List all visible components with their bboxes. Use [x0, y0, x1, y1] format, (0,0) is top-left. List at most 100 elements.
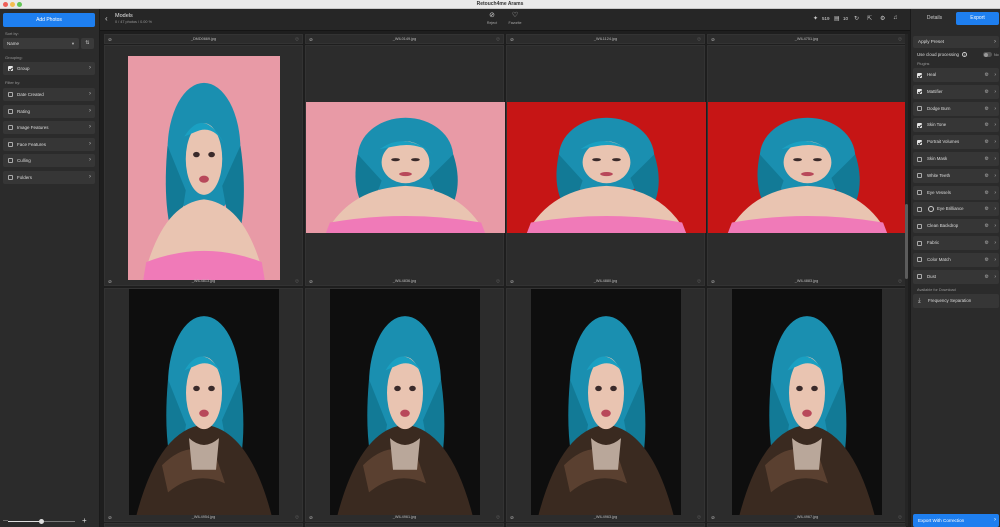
plugin-checkbox[interactable]: [917, 190, 922, 196]
heart-icon[interactable]: ♡: [697, 37, 701, 43]
photo-thumbnail[interactable]: ⊘ _DMD0669.jpg ♡: [104, 34, 303, 44]
photo-thumbnail[interactable]: ⊘ _WIL4751.jpg ♡: [707, 34, 906, 44]
plugin-checkbox[interactable]: [917, 206, 922, 212]
reject-button[interactable]: ⊘ Reject: [480, 12, 504, 25]
heart-icon[interactable]: ♡: [898, 515, 902, 521]
plugin-row[interactable]: Heal ⚙ ›: [913, 68, 999, 82]
cloud-processing-toggle[interactable]: [983, 52, 992, 57]
heart-icon[interactable]: ♡: [898, 37, 902, 43]
plugin-checkbox[interactable]: [917, 156, 922, 162]
photo-thumbnail[interactable]: ⊘ _WIL4954.jpg ♡: [104, 288, 303, 522]
group-checkbox[interactable]: [8, 66, 13, 71]
heart-icon[interactable]: ♡: [697, 515, 701, 521]
sort-direction-button[interactable]: ⇅: [81, 38, 94, 49]
heart-icon[interactable]: ♡: [496, 515, 500, 521]
filter-checkbox[interactable]: [8, 175, 13, 180]
back-chevron-icon[interactable]: ‹: [105, 14, 108, 23]
plugin-checkbox[interactable]: [917, 89, 922, 95]
heart-icon[interactable]: ♡: [295, 37, 299, 43]
photo-thumbnail[interactable]: [506, 523, 705, 527]
plugin-checkbox[interactable]: [917, 257, 922, 263]
gear-icon[interactable]: ⚙: [985, 219, 989, 233]
photo-thumbnail[interactable]: ⊘ _WIL4961.jpg ♡: [305, 288, 504, 522]
export-with-correction-button[interactable]: Export With Correction ›: [913, 514, 999, 527]
group-row[interactable]: Group ›: [3, 62, 95, 75]
photo-thumbnail[interactable]: [305, 523, 504, 527]
photo-image[interactable]: [531, 289, 681, 515]
filter-checkbox[interactable]: [8, 125, 13, 131]
plugin-row[interactable]: Dodge Burn ⚙ ›: [913, 101, 999, 116]
scrollbar-thumb[interactable]: [905, 204, 908, 279]
photo-thumbnail[interactable]: ⊘ _WIL4883.jpg ♡: [707, 45, 907, 286]
download-plugin-row[interactable]: ⤓ Frequency Separation: [913, 294, 999, 308]
filter-row[interactable]: Image Features ›: [3, 121, 95, 135]
gear-icon[interactable]: ⚙: [985, 253, 989, 267]
plugin-row[interactable]: Color Match ⚙ ›: [913, 252, 999, 267]
photo-thumbnail[interactable]: ⊘ _WIL0149.jpg ♡: [305, 34, 504, 44]
gear-icon[interactable]: ⚙: [985, 118, 989, 132]
gear-icon[interactable]: ⚙: [985, 202, 989, 216]
plugin-row[interactable]: Skin Mask ⚙ ›: [913, 152, 999, 166]
heart-icon[interactable]: ♡: [496, 279, 500, 285]
favorite-button[interactable]: ♡ Favorite: [503, 12, 527, 25]
heart-icon[interactable]: ♡: [295, 279, 299, 285]
filter-checkbox[interactable]: [8, 92, 13, 97]
heart-icon[interactable]: ♡: [898, 279, 902, 285]
plugin-checkbox[interactable]: [917, 240, 922, 246]
filter-row[interactable]: Rating ›: [3, 104, 95, 118]
presets-icon[interactable]: ▤: [834, 15, 840, 22]
photo-thumbnail[interactable]: [104, 523, 303, 527]
photo-thumbnail[interactable]: ⊘ _WIL4963.jpg ♡: [506, 288, 705, 522]
filter-checkbox[interactable]: [8, 158, 13, 164]
add-photos-button[interactable]: Add Photos: [3, 13, 95, 27]
share-icon[interactable]: ⇱: [867, 15, 872, 22]
plugin-checkbox[interactable]: [917, 173, 922, 179]
heart-icon[interactable]: ♡: [496, 37, 500, 43]
plugin-row[interactable]: Clean Backdrop ⚙ ›: [913, 219, 999, 234]
plugin-row[interactable]: Eye Brilliance ⚙ ›: [913, 202, 999, 217]
filter-row[interactable]: Face Features ›: [3, 137, 95, 151]
gear-icon[interactable]: ⚙: [985, 135, 989, 149]
photo-image[interactable]: [732, 289, 882, 515]
filter-row[interactable]: Date Created ›: [3, 88, 95, 101]
photo-thumbnail[interactable]: ⊘ _WIL4880.jpg ♡: [506, 45, 706, 286]
refresh-icon[interactable]: ↻: [854, 15, 859, 22]
plugin-row[interactable]: Fabric ⚙ ›: [913, 236, 999, 250]
zoom-slider[interactable]: [8, 519, 75, 524]
info-icon[interactable]: i: [962, 52, 968, 57]
gear-icon[interactable]: ⚙: [985, 236, 989, 250]
magic-wand-icon[interactable]: ✦: [813, 15, 818, 22]
apply-preset-row[interactable]: Apply Preset ›: [913, 36, 999, 48]
photo-image[interactable]: [708, 102, 907, 233]
bell-icon[interactable]: ♫: [893, 15, 898, 21]
plugin-checkbox[interactable]: [917, 139, 922, 145]
gear-icon[interactable]: ⚙: [985, 169, 989, 183]
sort-select[interactable]: Name ▼: [3, 38, 79, 49]
zoom-slider-handle[interactable]: [39, 519, 44, 524]
gear-icon[interactable]: ⚙: [985, 270, 989, 284]
plugin-checkbox[interactable]: [917, 223, 922, 229]
gear-icon[interactable]: ⚙: [880, 15, 885, 22]
photo-thumbnail[interactable]: ⊘ _WIL4836.jpg ♡: [305, 45, 505, 286]
photo-image[interactable]: [129, 289, 279, 515]
plugin-row[interactable]: Eye Vessels ⚙ ›: [913, 185, 999, 200]
plugin-row[interactable]: Mattifier ⚙ ›: [913, 84, 999, 99]
photo-thumbnail[interactable]: ⊘ _WIL1124.jpg ♡: [506, 34, 705, 44]
filter-checkbox[interactable]: [8, 141, 13, 147]
gear-icon[interactable]: ⚙: [985, 186, 989, 200]
photo-thumbnail[interactable]: ⊘ _WIL4813.jpg ♡: [104, 45, 303, 286]
plugin-row[interactable]: Dust ⚙ ›: [913, 269, 999, 284]
plugin-checkbox[interactable]: [917, 72, 922, 78]
plugin-checkbox[interactable]: [917, 274, 922, 280]
plugin-checkbox[interactable]: [917, 122, 922, 128]
photo-image[interactable]: [128, 56, 280, 280]
filter-row[interactable]: Culling ›: [3, 154, 95, 168]
heart-icon[interactable]: ♡: [295, 515, 299, 521]
gear-icon[interactable]: ⚙: [985, 102, 989, 116]
photo-thumbnail[interactable]: [707, 523, 906, 527]
tab-details[interactable]: Details: [913, 12, 956, 25]
filter-row[interactable]: Folders ›: [3, 171, 95, 184]
plugin-row[interactable]: Portrait Volumes ⚙ ›: [913, 135, 999, 150]
photo-image[interactable]: [330, 289, 480, 515]
photo-thumbnail[interactable]: ⊘ _WIL4967.jpg ♡: [707, 288, 906, 522]
